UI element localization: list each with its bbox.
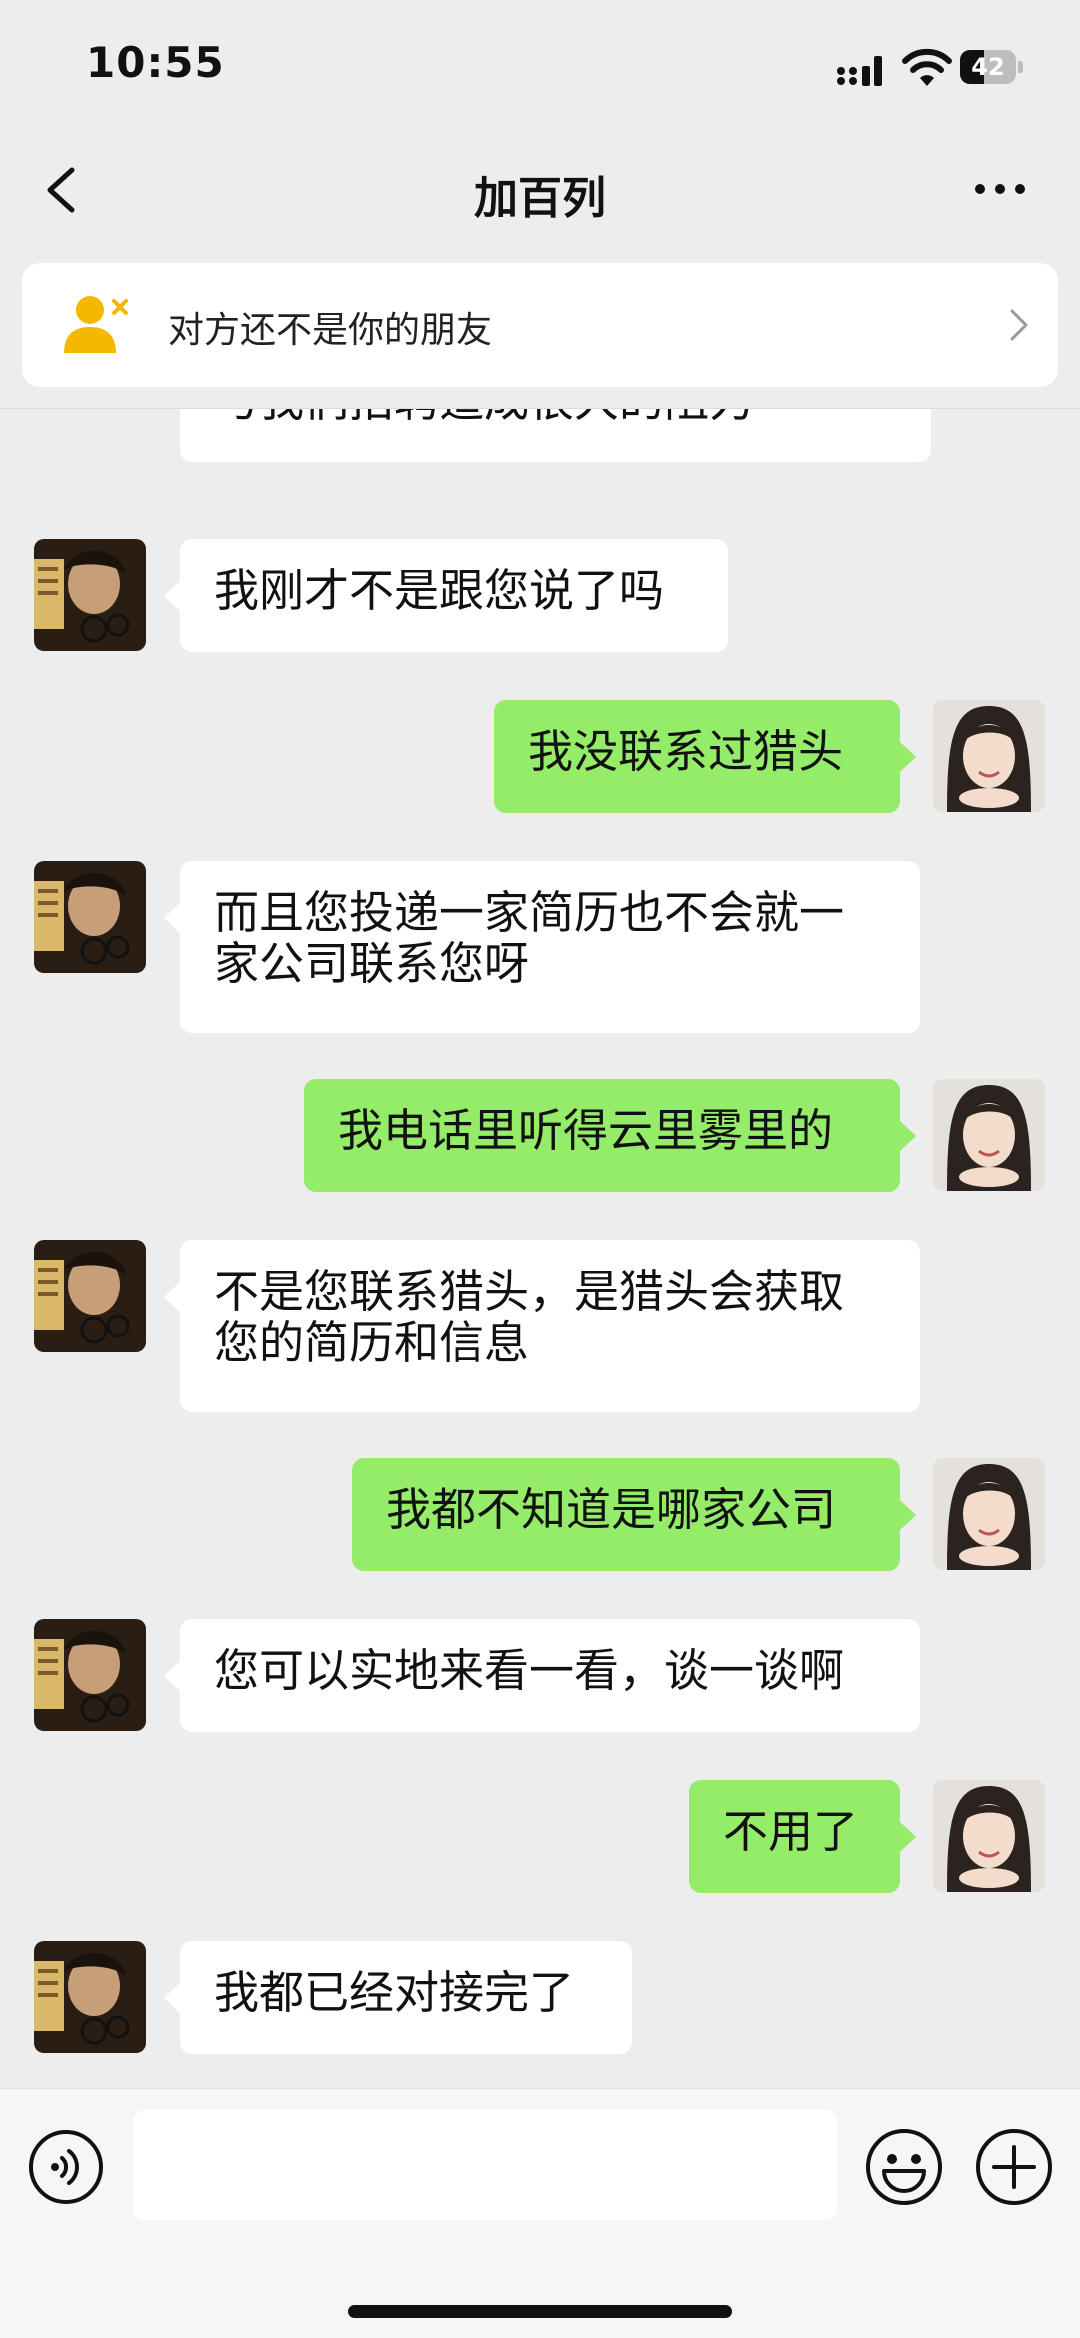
outgoing-message: 我都不知道是哪家公司 <box>0 1458 1080 1571</box>
status-time: 10:55 <box>86 38 225 87</box>
cellular-signal-icon <box>837 56 882 86</box>
chat-message-list[interactable]: 与我们招聘造成很大的阻力我刚才不是跟您说了吗我没联系过猎头而且您投递一家简历也不… <box>0 409 1080 2087</box>
emoji-icon[interactable] <box>864 2127 944 2207</box>
chat-header: 加百列 <box>0 130 1080 255</box>
contact-avatar[interactable] <box>34 1941 146 2053</box>
bubble-tail <box>164 1282 180 1312</box>
outgoing-message: 我电话里听得云里雾里的 <box>0 1079 1080 1192</box>
my-avatar[interactable] <box>933 700 1045 812</box>
notice-text: 对方还不是你的朋友 <box>168 310 493 351</box>
message-bubble[interactable]: 与我们招聘造成很大的阻力 <box>180 409 931 462</box>
message-bubble[interactable]: 我电话里听得云里雾里的 <box>304 1079 900 1192</box>
incoming-message: 与我们招聘造成很大的阻力 <box>0 409 1080 462</box>
contact-avatar[interactable] <box>34 539 146 651</box>
chat-title: 加百列 <box>474 173 606 224</box>
bubble-tail <box>164 903 180 933</box>
my-avatar[interactable] <box>933 1079 1045 1191</box>
bubble-tail <box>900 1822 916 1852</box>
input-bar <box>0 2088 1080 2338</box>
contact-avatar[interactable] <box>34 1619 146 1731</box>
battery-indicator: 42 <box>960 50 1024 84</box>
home-indicator <box>348 2305 732 2318</box>
plus-icon[interactable] <box>974 2127 1054 2207</box>
chevron-right-icon <box>1010 309 1028 341</box>
outgoing-message: 不用了 <box>0 1780 1080 1893</box>
wifi-icon <box>902 48 952 86</box>
bubble-tail <box>900 1500 916 1530</box>
message-bubble[interactable]: 您可以实地来看一看，谈一谈啊 <box>180 1619 920 1732</box>
message-bubble[interactable]: 我没联系过猎头 <box>494 700 900 813</box>
outgoing-message: 我没联系过猎头 <box>0 700 1080 813</box>
bubble-tail <box>164 1983 180 2013</box>
contact-avatar[interactable] <box>34 1240 146 1352</box>
bubble-tail <box>164 581 180 611</box>
add-user-icon <box>64 296 128 353</box>
incoming-message: 而且您投递一家简历也不会就一家公司联系您呀 <box>0 861 1080 1033</box>
incoming-message: 我刚才不是跟您说了吗 <box>0 539 1080 652</box>
my-avatar[interactable] <box>933 1780 1045 1892</box>
status-bar: 10:55 42 <box>0 0 1080 130</box>
incoming-message: 不是您联系猎头，是猎头会获取您的简历和信息 <box>0 1240 1080 1412</box>
message-bubble[interactable]: 我都不知道是哪家公司 <box>352 1458 900 1571</box>
message-bubble[interactable]: 不是您联系猎头，是猎头会获取您的简历和信息 <box>180 1240 920 1412</box>
my-avatar[interactable] <box>933 1458 1045 1570</box>
bubble-tail <box>164 1661 180 1691</box>
voice-icon[interactable] <box>28 2129 104 2205</box>
message-bubble[interactable]: 而且您投递一家简历也不会就一家公司联系您呀 <box>180 861 920 1033</box>
incoming-message: 您可以实地来看一看，谈一谈啊 <box>0 1619 1080 1732</box>
bubble-tail <box>900 742 916 772</box>
bubble-tail <box>900 1121 916 1151</box>
more-dots-icon[interactable] <box>970 174 1030 204</box>
message-input[interactable] <box>133 2110 837 2220</box>
contact-avatar[interactable] <box>34 861 146 973</box>
message-bubble[interactable]: 不用了 <box>689 1780 900 1893</box>
battery-percent: 42 <box>971 53 1005 81</box>
message-bubble[interactable]: 我刚才不是跟您说了吗 <box>180 539 728 652</box>
not-friend-notice[interactable]: 对方还不是你的朋友 <box>22 263 1058 387</box>
message-bubble[interactable]: 我都已经对接完了 <box>180 1941 632 2054</box>
incoming-message: 我都已经对接完了 <box>0 1941 1080 2054</box>
